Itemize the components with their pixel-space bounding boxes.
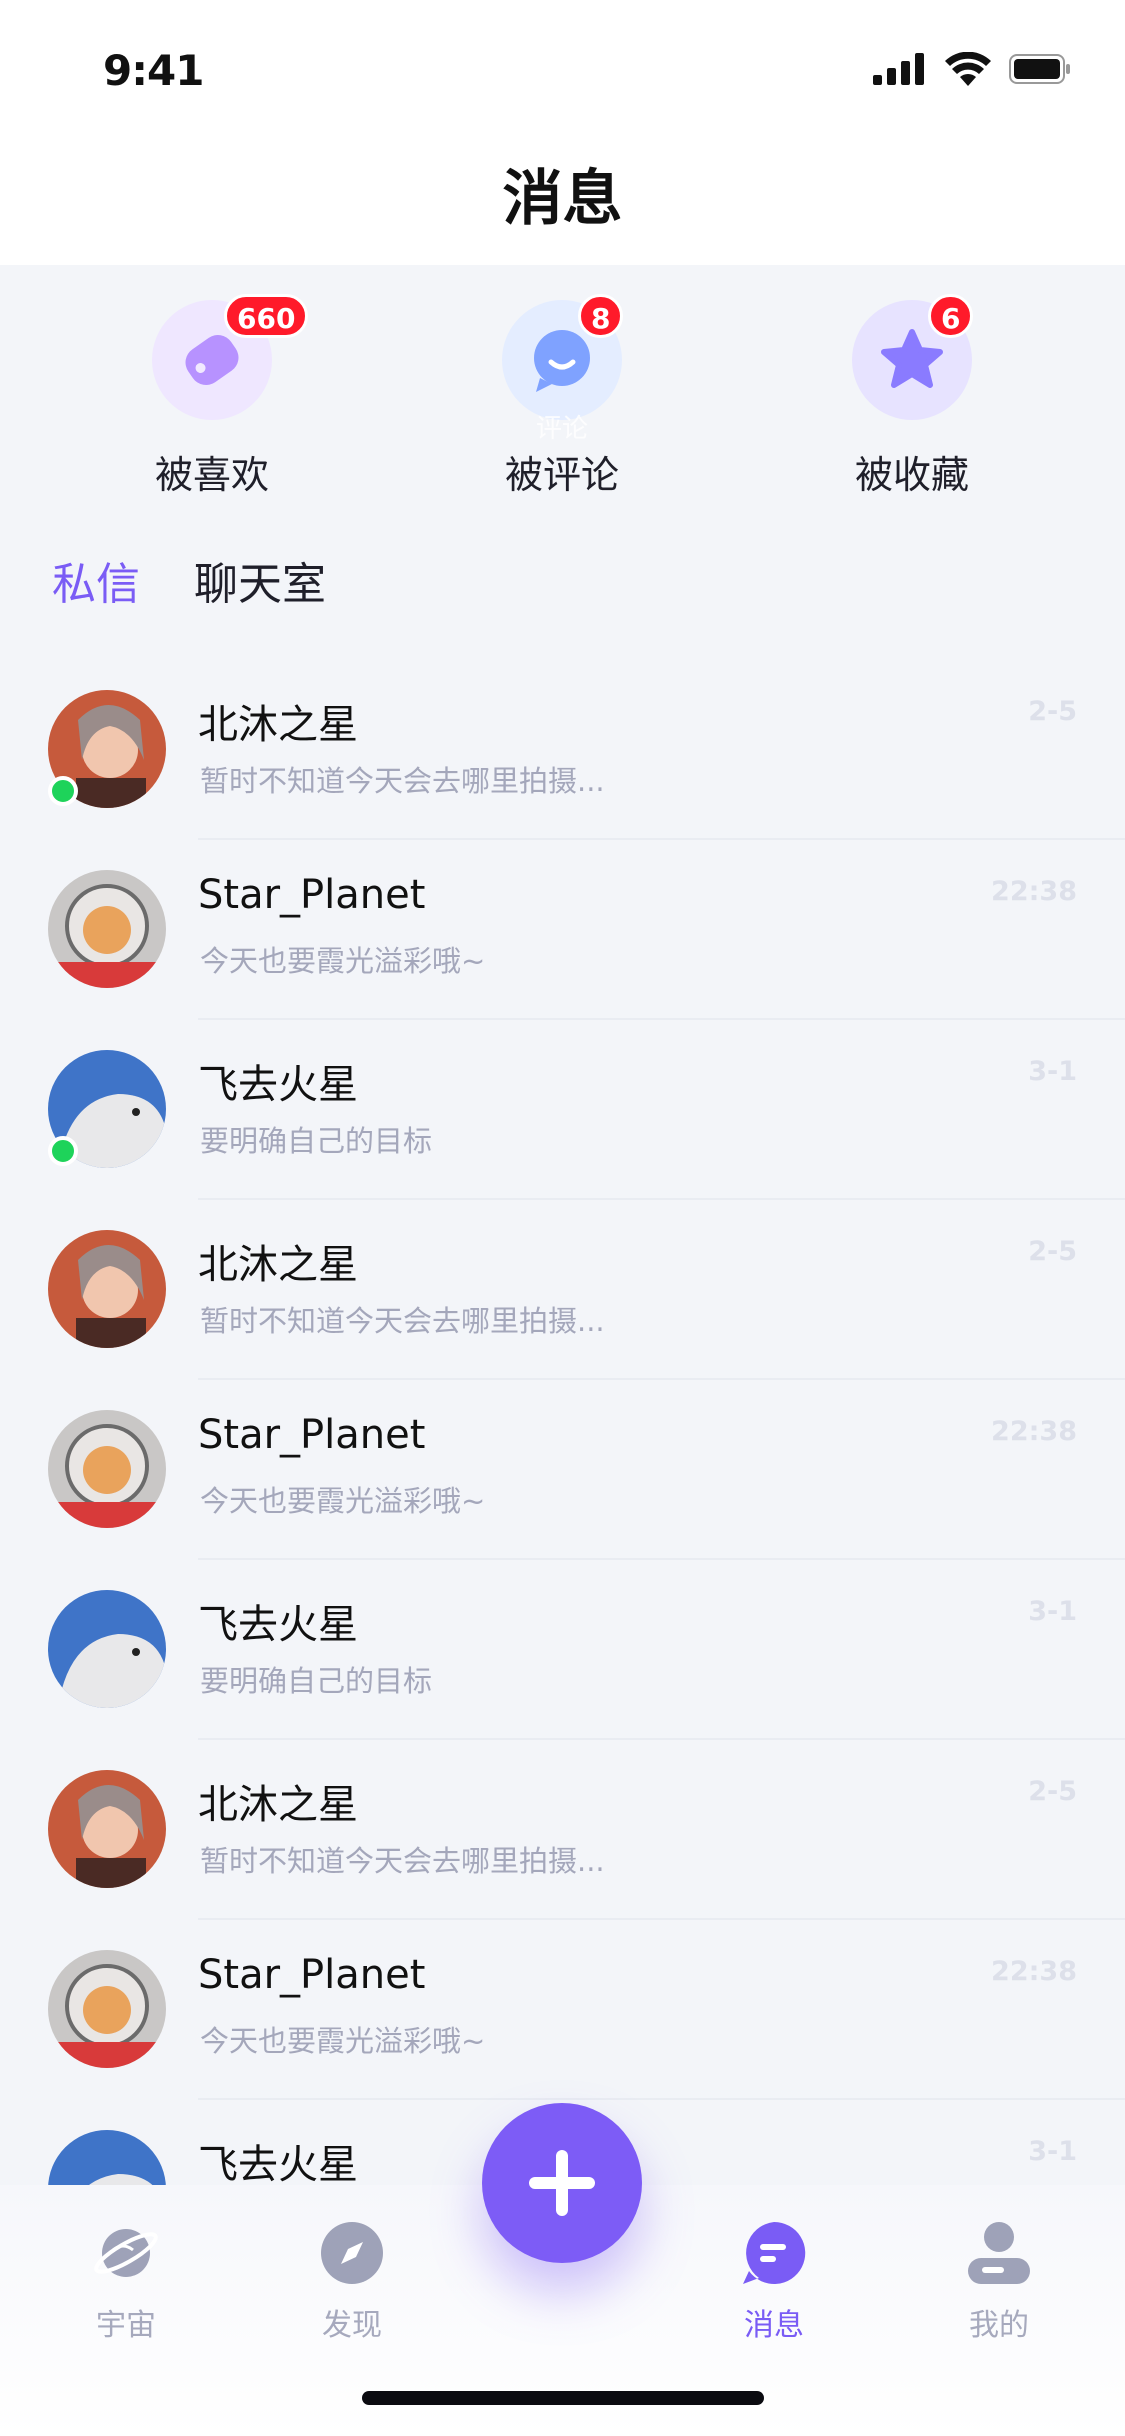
conversation-row[interactable]: 北沐之星 暂时不知道今天会去哪里拍摄... 2-5 [0, 1200, 1125, 1380]
category-label: 被收藏 [854, 453, 969, 497]
category-liked[interactable]: 660 被喜欢 [92, 294, 332, 499]
tab-private-messages[interactable]: 私信 [52, 548, 140, 612]
contact-name: 飞去火星 [198, 1602, 358, 1648]
status-time: 9:41 [103, 46, 204, 95]
nav-label: 发现 [322, 2308, 382, 2343]
online-indicator [48, 776, 78, 806]
message-preview: 暂时不知道今天会去哪里拍摄... [200, 1844, 605, 1878]
category-label: 被评论 [504, 453, 619, 497]
contact-name: Star_Planet [198, 1952, 426, 1998]
message-preview: 今天也要霞光溢彩哦~ [200, 944, 486, 978]
message-preview: 今天也要霞光溢彩哦~ [200, 2024, 486, 2058]
nav-messages[interactable]: 消息 [704, 2220, 844, 2344]
status-icons [873, 52, 1071, 86]
liked-count-badge: 660 [224, 294, 309, 338]
nav-label: 我的 [969, 2308, 1029, 2343]
category-commented[interactable]: 8 评论 被评论 [442, 294, 682, 499]
create-button[interactable] [482, 2103, 642, 2263]
contact-name: 飞去火星 [198, 1062, 358, 1108]
comment-bubble-icon: 8 评论 [502, 294, 624, 444]
comment-watermark: 评论 [535, 414, 588, 444]
planet-icon [94, 2229, 158, 2277]
page-title: 消息 [502, 164, 623, 234]
battery-icon [1009, 54, 1070, 84]
message-time: 2-5 [1028, 1776, 1077, 1807]
message-time: 3-1 [1028, 1056, 1077, 1087]
comment-count-badge: 8 [578, 294, 624, 338]
message-time: 3-1 [1028, 1596, 1077, 1627]
message-time: 3-1 [1028, 2136, 1077, 2167]
compass-icon [321, 2222, 383, 2284]
star-icon: 6 [852, 294, 974, 420]
message-preview: 暂时不知道今天会去哪里拍摄... [200, 1304, 605, 1338]
home-indicator [362, 2391, 764, 2405]
contact-name: Star_Planet [198, 1412, 426, 1458]
category-favorited[interactable]: 6 被收藏 [792, 294, 1032, 499]
favorite-count-badge: 6 [928, 294, 974, 338]
conversation-row[interactable]: Star_Planet 今天也要霞光溢彩哦~ 22:38 [0, 840, 1125, 1020]
user-icon [968, 2222, 1030, 2284]
plus-icon [529, 2150, 595, 2216]
conversation-row[interactable]: Star_Planet 今天也要霞光溢彩哦~ 22:38 [0, 1920, 1125, 2100]
message-time: 2-5 [1028, 696, 1077, 727]
conversation-row[interactable]: 飞去火星 要明确自己的目标 3-1 [0, 1020, 1125, 1200]
message-time: 22:38 [991, 1416, 1077, 1447]
avatar [48, 870, 166, 988]
nav-discover[interactable]: 发现 [282, 2220, 422, 2344]
message-tabs: 私信 聊天室 [52, 548, 326, 612]
tab-chat-room[interactable]: 聊天室 [194, 548, 326, 612]
nav-label: 宇宙 [96, 2308, 156, 2343]
heart-tag-icon: 660 [152, 294, 309, 420]
nav-label: 消息 [744, 2308, 804, 2343]
avatar [48, 1230, 166, 1348]
contact-name: 北沐之星 [198, 702, 358, 748]
contact-name: 北沐之星 [198, 1782, 358, 1828]
message-time: 22:38 [991, 1956, 1077, 1987]
avatar [48, 1590, 166, 1708]
message-preview: 今天也要霞光溢彩哦~ [200, 1484, 486, 1518]
conversation-row[interactable]: Star_Planet 今天也要霞光溢彩哦~ 22:38 [0, 1380, 1125, 1560]
contact-name: 飞去火星 [198, 2142, 358, 2188]
message-preview: 要明确自己的目标 [200, 1664, 433, 1698]
nav-profile[interactable]: 我的 [929, 2220, 1069, 2344]
contact-name: 北沐之星 [198, 1242, 358, 1288]
chat-icon [743, 2221, 806, 2284]
message-time: 22:38 [991, 876, 1077, 907]
online-indicator [48, 1136, 78, 1166]
contact-name: Star_Planet [198, 872, 426, 918]
conversation-row[interactable]: 北沐之星 暂时不知道今天会去哪里拍摄... 2-5 [0, 660, 1125, 840]
top-header: 9:41 消息 [0, 0, 1125, 265]
avatar [48, 1410, 166, 1528]
cellular-signal-icon [873, 53, 924, 85]
interaction-categories: 660 被喜欢 8 评论 被评论 6 被收藏 [0, 294, 1125, 510]
conversation-row[interactable]: 北沐之星 暂时不知道今天会去哪里拍摄... 2-5 [0, 1740, 1125, 1920]
wifi-icon [945, 52, 991, 86]
message-preview: 要明确自己的目标 [200, 1124, 433, 1158]
category-label: 被喜欢 [154, 453, 269, 497]
message-preview: 暂时不知道今天会去哪里拍摄... [200, 764, 605, 798]
avatar [48, 1770, 166, 1888]
nav-universe[interactable]: 宇宙 [56, 2220, 196, 2344]
avatar [48, 1950, 166, 2068]
conversation-list: 北沐之星 暂时不知道今天会去哪里拍摄... 2-5 Star_Planet 今天… [0, 660, 1125, 2280]
message-time: 2-5 [1028, 1236, 1077, 1267]
conversation-row[interactable]: 飞去火星 要明确自己的目标 3-1 [0, 1560, 1125, 1740]
